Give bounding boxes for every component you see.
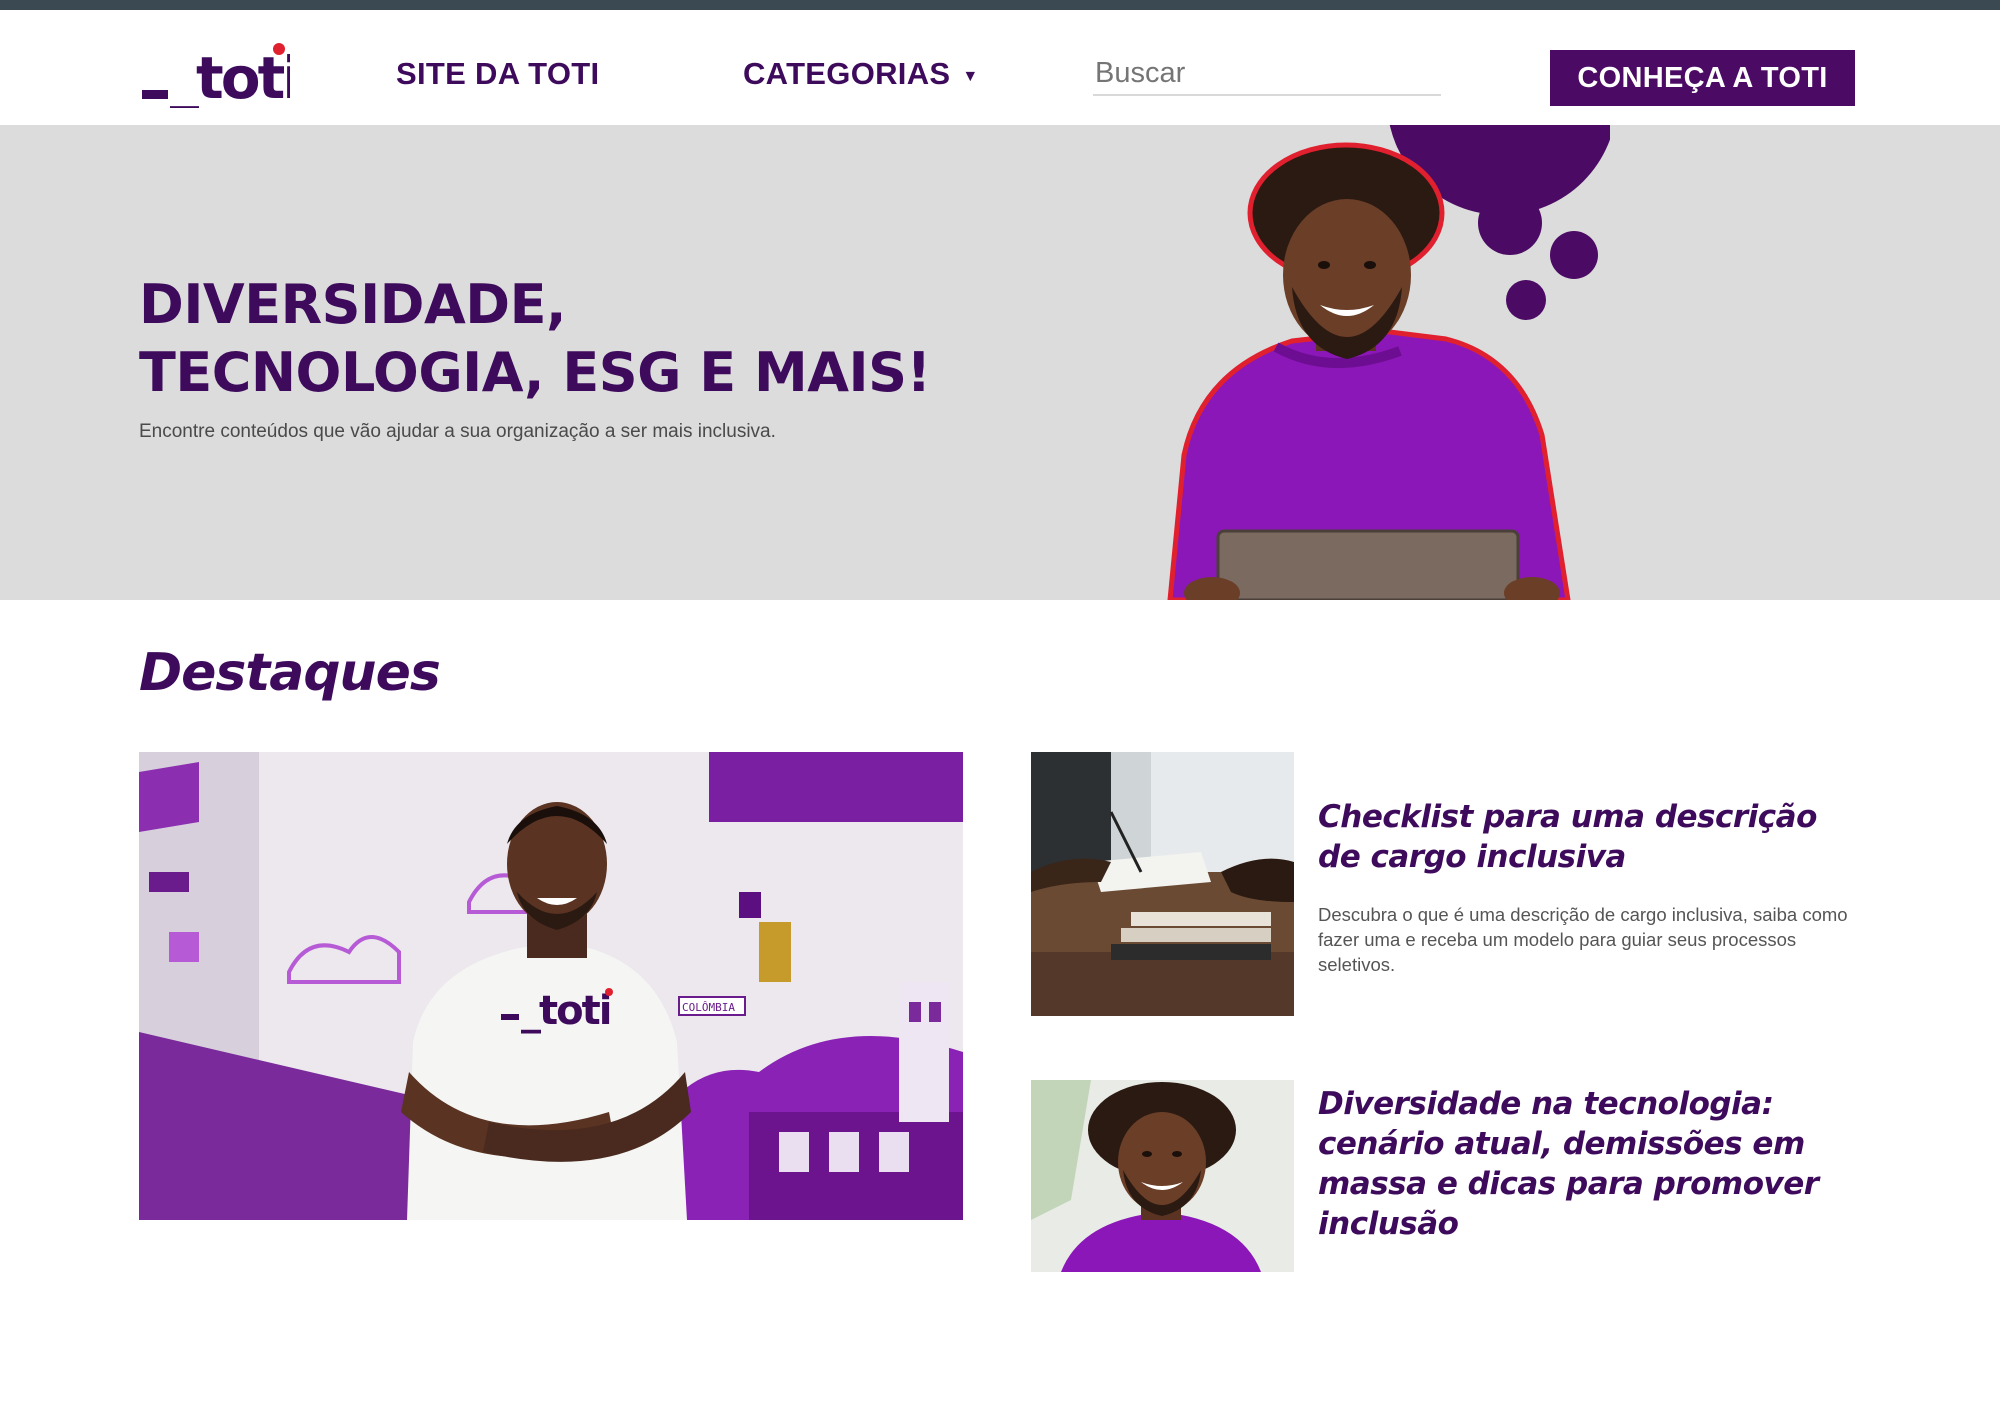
hero-banner: DIVERSIDADE, TECNOLOGIA, ESG E MAIS! Enc… — [0, 125, 2000, 600]
destaques-heading: Destaques — [139, 643, 441, 703]
hero-title: DIVERSIDADE, TECNOLOGIA, ESG E MAIS! — [139, 271, 931, 407]
article-description: Descubra o que é uma descrição de cargo … — [1318, 904, 1848, 975]
featured-photo-illustration: COLÔMBIA _toti — [139, 752, 963, 1220]
article-thumbnail — [1031, 1080, 1294, 1272]
article-title[interactable]: Checklist para uma descrição de cargo in… — [1318, 797, 1863, 877]
featured-sign-text: COLÔMBIA — [682, 1001, 735, 1014]
nav-site-da-toti[interactable]: SITE DA TOTI — [396, 56, 599, 92]
nav-categorias-dropdown[interactable]: CATEGORIAS ▼ — [743, 56, 979, 92]
nav-categorias-label: CATEGORIAS — [743, 56, 951, 91]
article-title[interactable]: Diversidade na tecnologia: cenário atual… — [1318, 1084, 1861, 1244]
logo-text: _toti — [170, 44, 290, 108]
hero-title-line-2: TECNOLOGIA, ESG E MAIS! — [139, 341, 931, 404]
featured-shirt-logo-text: _toti — [521, 988, 610, 1034]
article-thumbnail — [1031, 752, 1294, 1016]
smiling-man-photo — [1031, 1080, 1294, 1272]
browser-top-strip — [0, 0, 2000, 10]
search-input[interactable] — [1093, 56, 1441, 90]
article-card-checklist[interactable]: Checklist para uma descrição de cargo in… — [1031, 752, 1861, 1016]
search-field — [1093, 52, 1441, 96]
handshake-documents-photo — [1031, 752, 1294, 1016]
hero-subtitle: Encontre conteúdos que vão ajudar a sua … — [139, 421, 776, 442]
featured-article-image[interactable]: COLÔMBIA _toti — [139, 752, 963, 1220]
hero-person-illustration — [1167, 125, 1610, 600]
toti-logo[interactable]: _toti — [140, 38, 290, 108]
hero-title-line-1: DIVERSIDADE, — [139, 273, 567, 336]
caret-down-icon: ▼ — [962, 68, 979, 85]
conheca-a-toti-button[interactable]: CONHEÇA A TOTI — [1550, 50, 1855, 106]
article-card-diversidade-tecnologia[interactable]: Diversidade na tecnologia: cenário atual… — [1031, 1080, 1861, 1272]
site-header: _toti SITE DA TOTI CATEGORIAS ▼ CONHEÇA … — [0, 10, 2000, 125]
